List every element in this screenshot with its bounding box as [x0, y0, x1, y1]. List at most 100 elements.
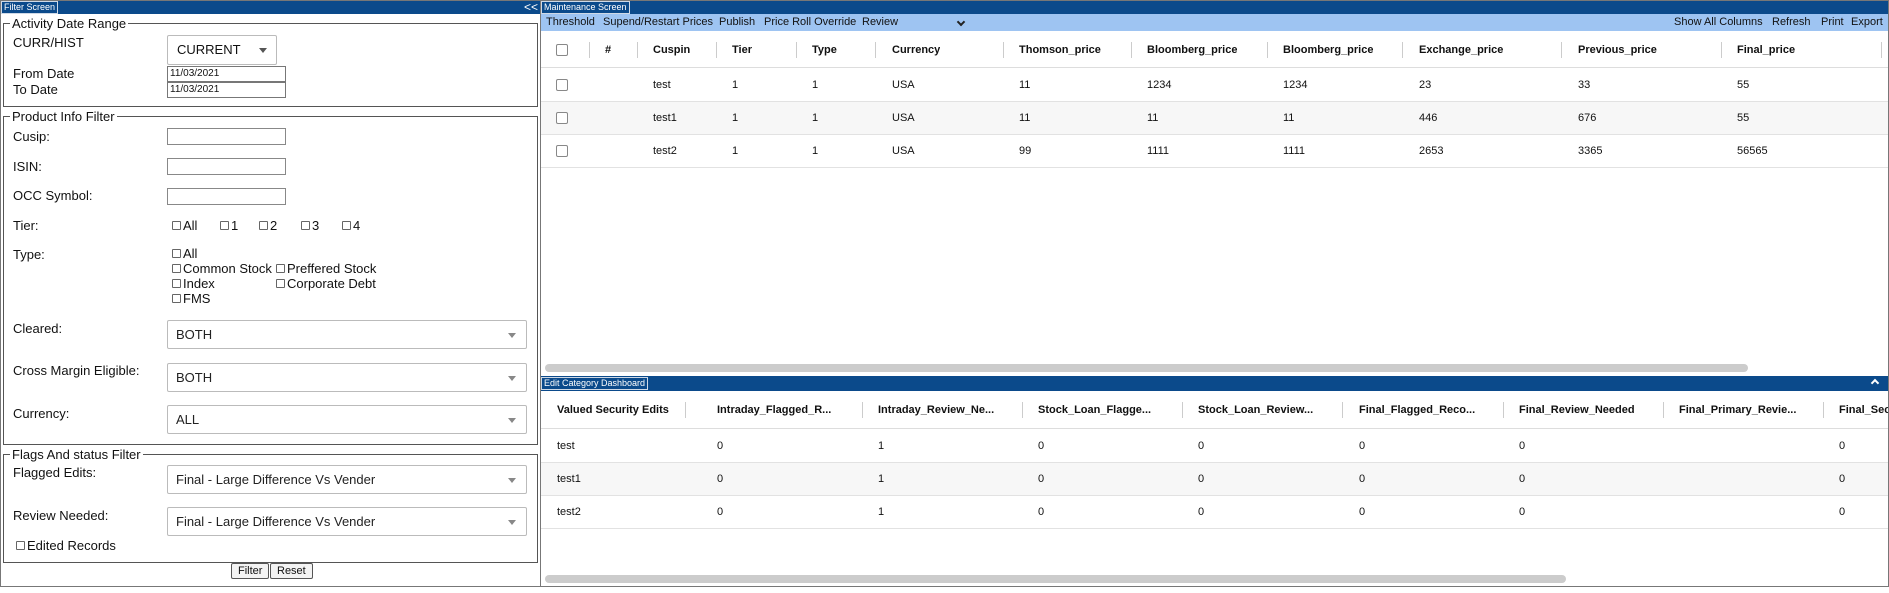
- grid-header: # Cuspin Tier Type Currency Thomson_pric…: [541, 32, 1888, 68]
- menu-export[interactable]: Export: [1851, 14, 1883, 31]
- collapse-panel-button[interactable]: <<: [524, 1, 538, 14]
- maintenance-grid: # Cuspin Tier Type Currency Thomson_pric…: [541, 31, 1888, 376]
- reset-button[interactable]: Reset: [270, 563, 313, 579]
- col-header-currency[interactable]: Currency: [892, 32, 940, 68]
- filter-screen-title: Filter Screen: [1, 1, 59, 14]
- flagged-edits-label: Flagged Edits:: [13, 465, 97, 480]
- menu-show-all-columns[interactable]: Show All Columns: [1674, 14, 1763, 31]
- edit-category-grid: Valued Security Edits Intraday_Flagged_R…: [541, 391, 1888, 588]
- dash-col-header-8[interactable]: Final_Primary_Revie...: [1679, 391, 1796, 429]
- tier-4-checkbox[interactable]: 4: [342, 218, 360, 233]
- menu-price-roll-override[interactable]: Price Roll Override: [764, 14, 856, 31]
- menu-print[interactable]: Print: [1821, 14, 1844, 31]
- cusip-label: Cusip:: [13, 129, 50, 144]
- occ-symbol-input[interactable]: [167, 188, 286, 205]
- col-header-thomson-price[interactable]: Thomson_price: [1019, 32, 1101, 68]
- edited-records-checkbox[interactable]: Edited Records: [16, 538, 116, 553]
- chevron-down-icon: [508, 418, 516, 423]
- type-label: Type:: [13, 247, 45, 262]
- col-header-exchange-price[interactable]: Exchange_price: [1419, 32, 1503, 68]
- dash-col-header-7[interactable]: Final_Review_Needed: [1519, 391, 1635, 429]
- dash-col-header-4[interactable]: Stock_Loan_Flagge...: [1038, 391, 1151, 429]
- select-all-checkbox[interactable]: [556, 44, 568, 56]
- dash-col-header-3[interactable]: Intraday_Review_Ne...: [878, 391, 994, 429]
- flags-status-filter-legend: Flags And status Filter: [12, 447, 141, 462]
- review-needed-label: Review Needed:: [13, 508, 109, 523]
- currency-label: Currency:: [13, 406, 70, 421]
- menu-suspend-restart-prices[interactable]: Supend/Restart Prices: [603, 14, 713, 31]
- table-row[interactable]: test 1 1 USA 11 1234 1234 23 33 55: [541, 69, 1888, 102]
- dash-col-header-5[interactable]: Stock_Loan_Review...: [1198, 391, 1313, 429]
- currency-value: ALL: [176, 412, 200, 427]
- cleared-label: Cleared:: [13, 321, 63, 336]
- dashboard-row[interactable]: test 0 1 0 0 0 0 0: [541, 430, 1888, 463]
- isin-input[interactable]: [167, 158, 286, 175]
- filter-screen-titlebar: Filter Screen <<: [1, 1, 540, 14]
- type-fms-checkbox[interactable]: FMS: [172, 291, 210, 306]
- row-checkbox[interactable]: [556, 79, 568, 91]
- dashboard-row[interactable]: test1 0 1 0 0 0 0 0: [541, 463, 1888, 496]
- cusip-input[interactable]: [167, 128, 286, 145]
- tier-all-checkbox[interactable]: All: [172, 218, 197, 233]
- col-header-previous-price[interactable]: Previous_price: [1578, 32, 1657, 68]
- dash-col-header-9[interactable]: Final_Sec: [1839, 391, 1888, 429]
- table-row[interactable]: test1 1 1 USA 11 11 11 446 676 55: [541, 102, 1888, 135]
- cleared-select[interactable]: BOTH: [167, 320, 527, 349]
- tier-1-checkbox[interactable]: 1: [220, 218, 238, 233]
- grid-horizontal-scrollbar[interactable]: [545, 364, 1748, 372]
- edit-category-dashboard-title: Edit Category Dashboard: [541, 377, 649, 390]
- currhist-value: CURRENT: [177, 42, 241, 57]
- dash-col-header-2[interactable]: Intraday_Flagged_R...: [717, 391, 831, 429]
- product-info-filter-legend: Product Info Filter: [12, 109, 115, 124]
- from-date-label: From Date: [13, 66, 75, 81]
- dashboard-row[interactable]: test2 0 1 0 0 0 0 0: [541, 496, 1888, 529]
- currhist-select[interactable]: CURRENT: [167, 35, 277, 65]
- col-header-bloomberg-price-1[interactable]: Bloomberg_price: [1147, 32, 1237, 68]
- cross-margin-value: BOTH: [176, 370, 213, 385]
- review-needed-select[interactable]: Final - Large Difference Vs Vender: [167, 507, 527, 536]
- dashboard-grid-header: Valued Security Edits Intraday_Flagged_R…: [541, 391, 1888, 429]
- maintenance-screen-title: Maintenance Screen: [541, 1, 630, 14]
- flagged-edits-select[interactable]: Final - Large Difference Vs Vender: [167, 465, 527, 494]
- type-all-checkbox[interactable]: All: [172, 246, 197, 261]
- menu-review[interactable]: Review: [862, 14, 898, 31]
- chevron-up-icon[interactable]: [1870, 378, 1880, 388]
- type-index-checkbox[interactable]: Index: [172, 276, 215, 291]
- menu-threshold[interactable]: Threshold: [546, 14, 595, 31]
- col-header-cuspin[interactable]: Cuspin: [653, 32, 690, 68]
- chevron-down-icon: [508, 333, 516, 338]
- col-header-final-price[interactable]: Final_price: [1737, 32, 1795, 68]
- tier-label: Tier:: [13, 218, 39, 233]
- occ-symbol-label: OCC Symbol:: [13, 188, 93, 203]
- col-header-number[interactable]: #: [605, 32, 611, 68]
- type-preffered-stock-checkbox[interactable]: Preffered Stock: [276, 261, 376, 276]
- to-date-input[interactable]: 11/03/2021: [167, 82, 286, 98]
- chevron-down-icon: [508, 520, 516, 525]
- review-needed-value: Final - Large Difference Vs Vender: [176, 514, 376, 529]
- type-corporate-debt-checkbox[interactable]: Corporate Debt: [276, 276, 376, 291]
- currency-select[interactable]: ALL: [167, 405, 527, 434]
- chevron-down-icon[interactable]: [956, 17, 966, 27]
- dashboard-horizontal-scrollbar[interactable]: [545, 575, 1566, 583]
- col-header-type[interactable]: Type: [812, 32, 837, 68]
- row-checkbox[interactable]: [556, 145, 568, 157]
- row-checkbox[interactable]: [556, 112, 568, 124]
- flagged-edits-value: Final - Large Difference Vs Vender: [176, 472, 376, 487]
- filter-button[interactable]: Filter: [231, 563, 270, 579]
- col-header-tier[interactable]: Tier: [732, 32, 752, 68]
- currhist-label: CURR/HIST: [13, 35, 84, 50]
- chevron-down-icon: [259, 48, 267, 53]
- dash-col-header-6[interactable]: Final_Flagged_Reco...: [1359, 391, 1475, 429]
- from-date-input[interactable]: 11/03/2021: [167, 66, 286, 82]
- tier-2-checkbox[interactable]: 2: [259, 218, 277, 233]
- dash-col-header-1[interactable]: Valued Security Edits: [557, 391, 669, 429]
- maintenance-menubar: Threshold Supend/Restart Prices Publish …: [541, 14, 1888, 31]
- tier-3-checkbox[interactable]: 3: [301, 218, 319, 233]
- cross-margin-select[interactable]: BOTH: [167, 363, 527, 392]
- menu-publish[interactable]: Publish: [719, 14, 755, 31]
- type-common-stock-checkbox[interactable]: Common Stock: [172, 261, 272, 276]
- col-header-bloomberg-price-2[interactable]: Bloomberg_price: [1283, 32, 1373, 68]
- table-row[interactable]: test2 1 1 USA 99 1111 1111 2653 3365 565…: [541, 135, 1888, 168]
- menu-refresh[interactable]: Refresh: [1772, 14, 1811, 31]
- activity-date-range-legend: Activity Date Range: [12, 16, 127, 31]
